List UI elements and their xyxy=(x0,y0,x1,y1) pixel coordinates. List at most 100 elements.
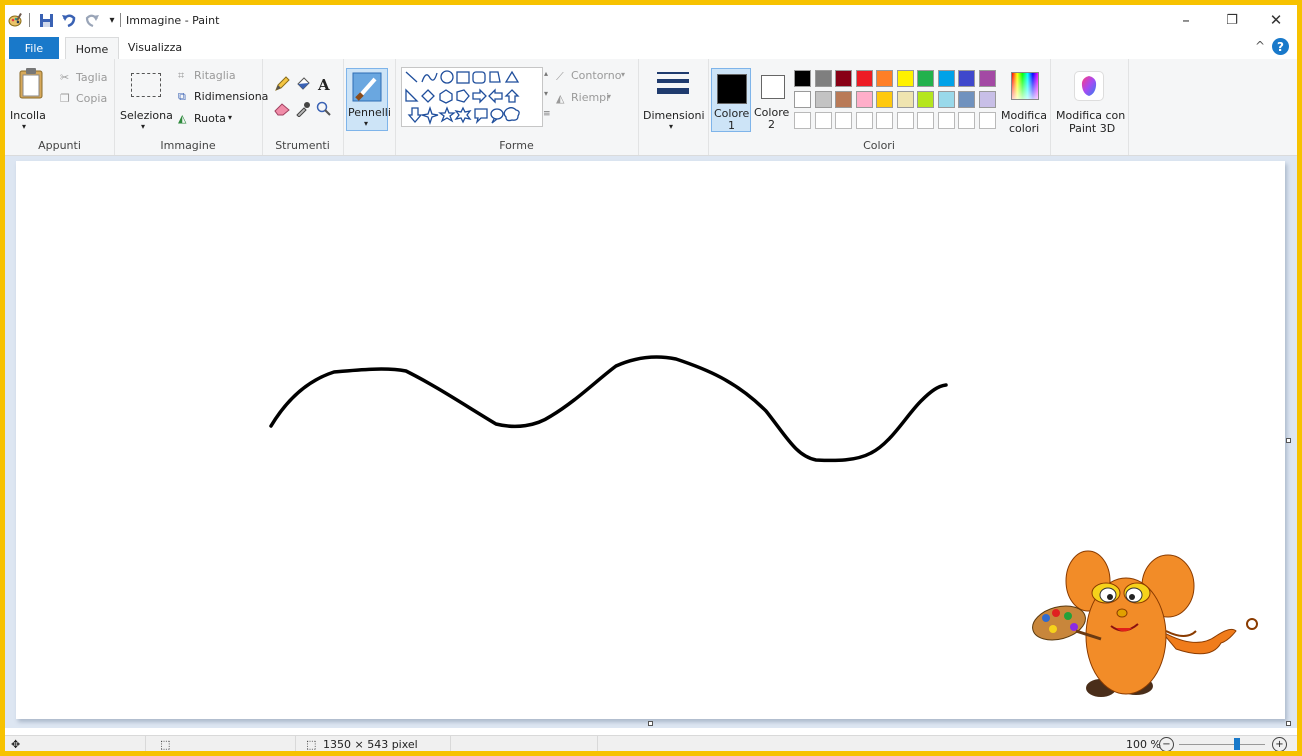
cut-button[interactable]: Taglia xyxy=(76,71,107,84)
resize-handle-corner[interactable] xyxy=(1286,721,1291,726)
shapes-scroll-up-icon[interactable]: ▴ xyxy=(544,69,548,78)
color2-swatch xyxy=(761,75,785,99)
palette-swatch[interactable] xyxy=(917,70,934,87)
palette-swatch[interactable] xyxy=(876,70,893,87)
palette-swatch[interactable] xyxy=(794,70,811,87)
shapes-expand-icon[interactable]: ≡ xyxy=(543,109,551,119)
restore-button[interactable]: ❐ xyxy=(1215,9,1249,31)
drawing-canvas[interactable] xyxy=(16,161,1291,726)
select-icon[interactable] xyxy=(131,73,161,97)
size-button[interactable]: Dimensioni xyxy=(643,109,705,122)
redo-icon[interactable] xyxy=(84,12,100,28)
select-dropdown-icon[interactable]: ▾ xyxy=(141,122,145,131)
shapes-gallery[interactable] xyxy=(401,67,543,127)
eraser-icon[interactable] xyxy=(274,102,290,119)
edit-colors-label-2[interactable]: colori xyxy=(1009,122,1039,135)
close-button[interactable]: ✕ xyxy=(1259,9,1293,31)
palette-swatch[interactable] xyxy=(896,91,914,108)
palette-swatch[interactable] xyxy=(937,70,955,87)
palette-custom-slot[interactable] xyxy=(835,112,852,129)
select-button[interactable]: Seleziona xyxy=(120,109,173,122)
palette-custom-slot[interactable] xyxy=(896,112,914,129)
paint-app-icon[interactable] xyxy=(8,12,24,28)
zoom-in-icon[interactable]: + xyxy=(1272,737,1287,751)
minimize-button[interactable]: – xyxy=(1169,9,1203,31)
palette-swatch[interactable] xyxy=(958,91,975,108)
group-image: Seleziona ▾ ⌗ Ritaglia ⧉ Ridimensiona ◭ … xyxy=(114,59,268,155)
palette-swatch[interactable] xyxy=(835,70,852,87)
rotate-button[interactable]: Ruota xyxy=(194,112,226,125)
zoom-slider-track[interactable] xyxy=(1179,744,1265,745)
palette-custom-slot[interactable] xyxy=(937,112,955,129)
palette-swatch[interactable] xyxy=(855,70,873,87)
title-bar: ▾ Immagine - Paint – ❐ ✕ xyxy=(5,5,1297,35)
group-tools: A Strumenti xyxy=(262,59,344,155)
copy-icon: ❐ xyxy=(60,92,70,105)
customize-qat-icon[interactable]: ▾ xyxy=(104,12,120,28)
rotate-dropdown-icon[interactable]: ▾ xyxy=(228,113,232,122)
fill-button[interactable]: Riempi xyxy=(571,91,609,104)
palette-custom-slot[interactable] xyxy=(814,112,832,129)
color2-button[interactable]: Colore 2 xyxy=(753,68,791,132)
palette-swatch[interactable] xyxy=(978,70,996,87)
palette-swatch[interactable] xyxy=(876,91,893,108)
tab-home[interactable]: Home xyxy=(65,37,119,60)
ribbon-tabs: File Home Visualizza ^ ? xyxy=(5,35,1297,60)
palette-swatch[interactable] xyxy=(917,91,934,108)
palette-custom-slot[interactable] xyxy=(917,112,934,129)
pencil-icon[interactable] xyxy=(274,76,290,95)
paint-window: ▾ Immagine - Paint – ❐ ✕ File Home Visua… xyxy=(5,5,1297,751)
palette-swatch[interactable] xyxy=(814,70,832,87)
edit-colors-icon[interactable] xyxy=(1011,72,1039,100)
palette-custom-slot[interactable] xyxy=(855,112,873,129)
palette-swatch[interactable] xyxy=(896,70,914,87)
resize-handle-right[interactable] xyxy=(1286,438,1291,443)
copy-button[interactable]: Copia xyxy=(76,92,107,105)
collapse-ribbon-icon[interactable]: ^ xyxy=(1255,39,1265,53)
help-icon[interactable]: ? xyxy=(1272,38,1289,55)
palette-swatch[interactable] xyxy=(794,91,811,108)
paint3d-icon[interactable] xyxy=(1074,71,1104,101)
crop-button[interactable]: Ritaglia xyxy=(194,69,236,82)
tab-file[interactable]: File xyxy=(9,37,59,59)
rotate-icon: ◭ xyxy=(178,112,187,125)
zoom-slider-thumb[interactable] xyxy=(1234,738,1240,750)
cursor-position-icon: ✥ xyxy=(11,738,21,751)
palette-swatch[interactable] xyxy=(855,91,873,108)
paste-dropdown-icon[interactable]: ▾ xyxy=(22,122,26,131)
resize-handle-bottom[interactable] xyxy=(648,721,653,726)
paste-button[interactable]: Incolla xyxy=(10,109,46,122)
shapes-scroll-down-icon[interactable]: ▾ xyxy=(544,89,548,98)
resize-button[interactable]: Ridimensiona xyxy=(194,90,268,103)
group-label-clipboard: Appunti xyxy=(38,139,81,152)
palette-swatch[interactable] xyxy=(937,91,955,108)
palette-custom-slot[interactable] xyxy=(794,112,811,129)
palette-custom-slot[interactable] xyxy=(958,112,975,129)
paint3d-label-1[interactable]: Modifica con xyxy=(1056,109,1125,122)
palette-swatch[interactable] xyxy=(835,91,852,108)
outline-button[interactable]: Contorno xyxy=(571,69,621,82)
brushes-button[interactable]: Pennelli ▾ xyxy=(346,68,391,131)
palette-swatch[interactable] xyxy=(978,91,996,108)
size-icon[interactable] xyxy=(657,71,689,104)
save-icon[interactable] xyxy=(38,12,54,28)
magnifier-icon[interactable] xyxy=(316,101,332,120)
brushes-dropdown-icon: ▾ xyxy=(364,119,369,128)
tab-view[interactable]: Visualizza xyxy=(123,37,187,58)
zoom-out-icon[interactable]: − xyxy=(1159,737,1174,751)
color2-number: 2 xyxy=(768,118,775,131)
picker-icon[interactable] xyxy=(295,101,311,120)
fill-icon[interactable] xyxy=(295,76,311,95)
color1-button[interactable]: Colore 1 xyxy=(711,68,751,132)
edit-colors-label-1[interactable]: Modifica xyxy=(1001,109,1047,122)
text-icon[interactable]: A xyxy=(318,76,330,94)
paste-icon[interactable] xyxy=(19,67,43,102)
undo-icon[interactable] xyxy=(61,12,77,28)
paint3d-label-2[interactable]: Paint 3D xyxy=(1069,122,1115,135)
palette-swatch[interactable] xyxy=(814,91,832,108)
workspace xyxy=(5,156,1297,728)
palette-custom-slot[interactable] xyxy=(876,112,893,129)
size-dropdown-icon[interactable]: ▾ xyxy=(669,122,673,131)
palette-custom-slot[interactable] xyxy=(978,112,996,129)
palette-swatch[interactable] xyxy=(958,70,975,87)
